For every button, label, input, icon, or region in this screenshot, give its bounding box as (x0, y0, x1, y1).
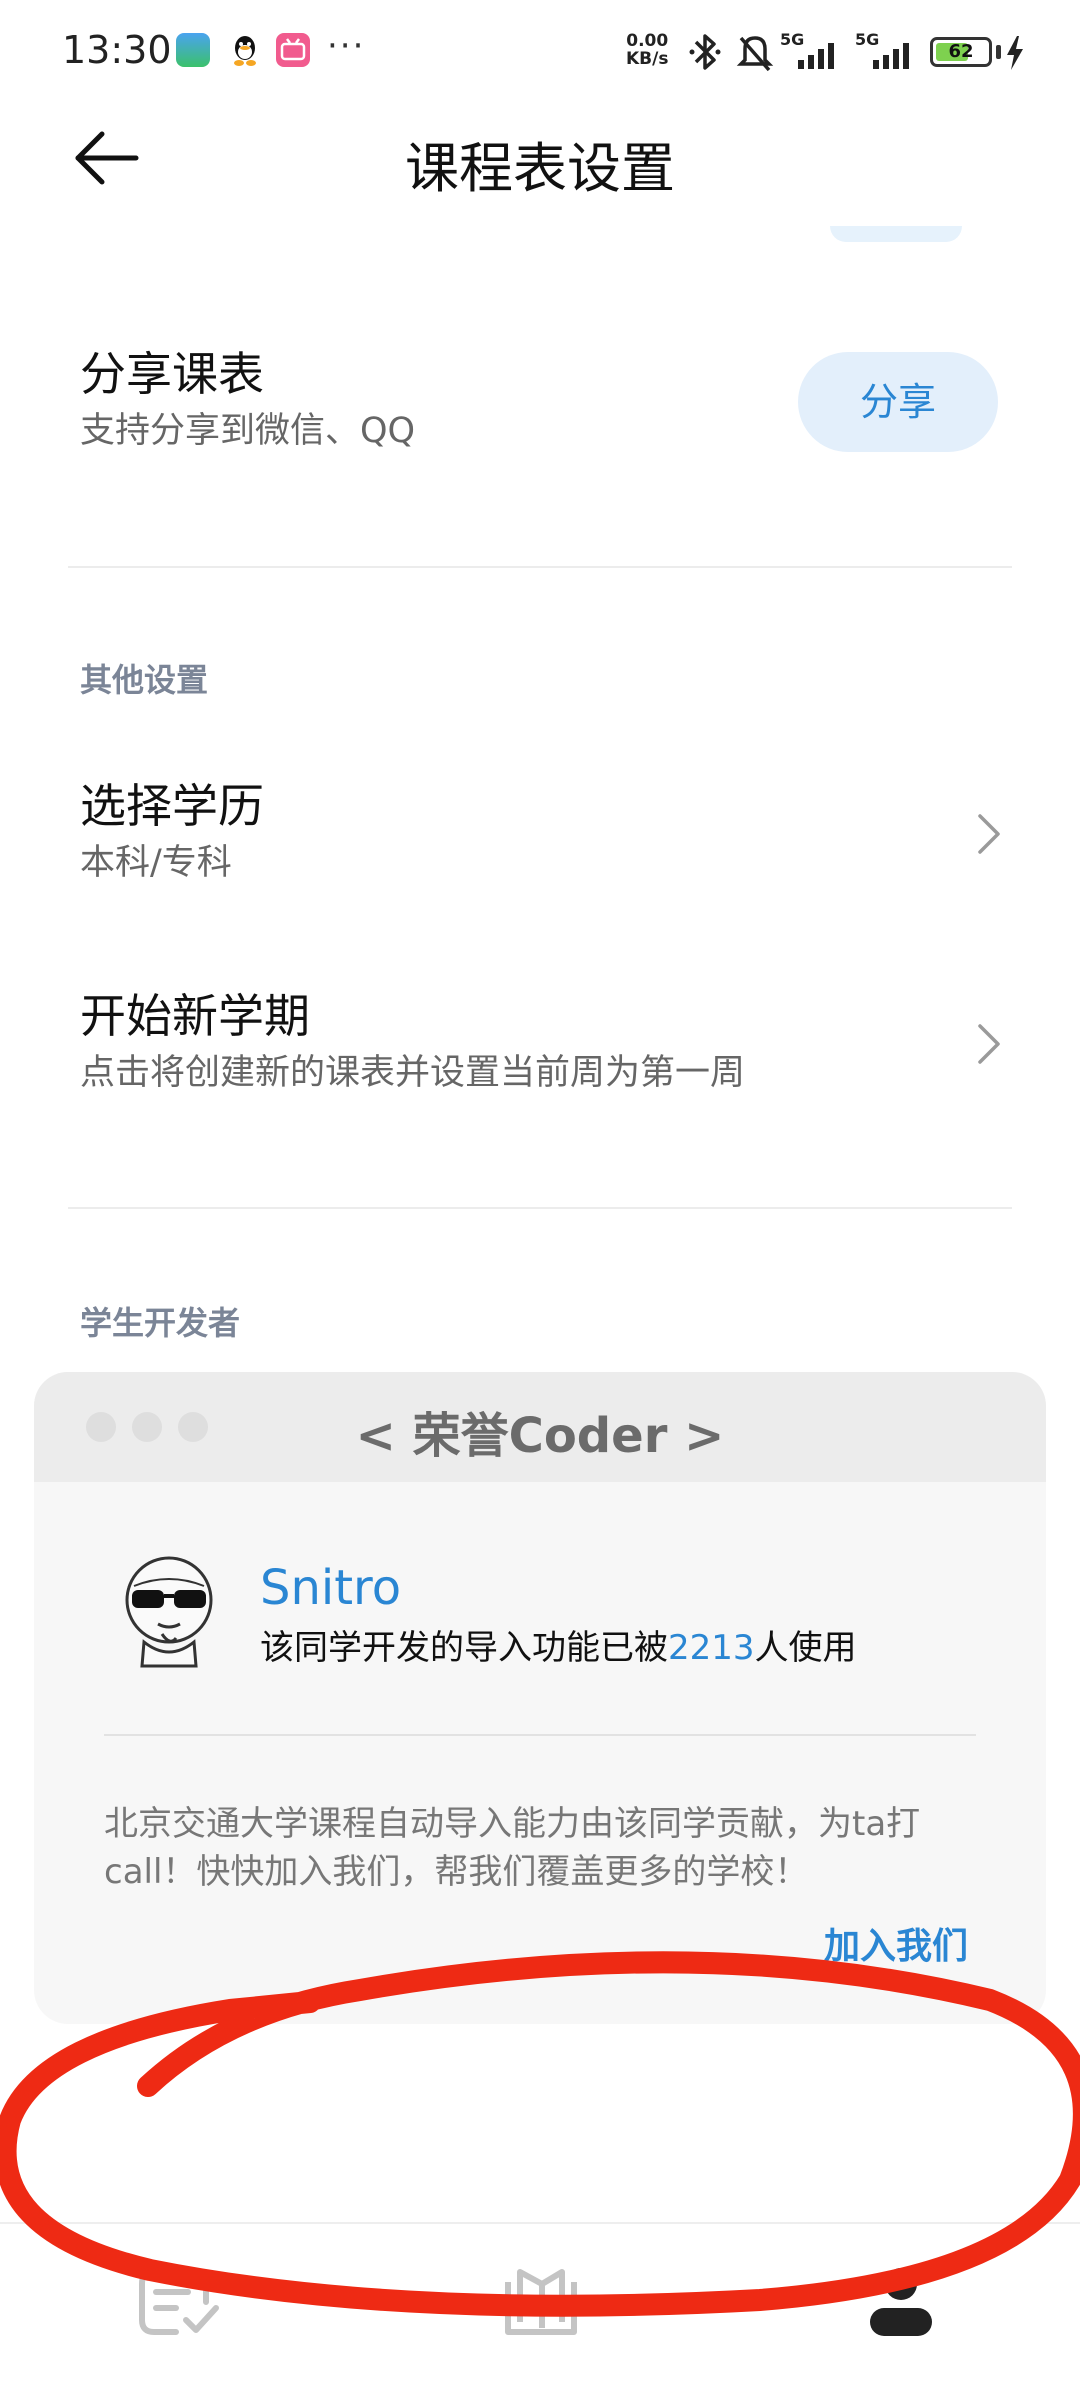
chevron-right-icon (978, 814, 1000, 854)
net-speed-unit: KB/s (626, 49, 669, 69)
usage-suffix: 人使用 (754, 1628, 857, 1668)
developer-usage: 该同学开发的导入功能已被2213人使用 (260, 1620, 857, 1669)
net-speed-value: 0.00 (626, 31, 669, 51)
usage-count: 2213 (668, 1628, 755, 1668)
honor-coder-card: < 荣誉Coder > Snitro 该同学开发的导入功能已被2213人使用 北… (34, 1372, 1046, 2024)
bilibili-icon (276, 33, 310, 67)
battery-level: 62 (948, 41, 974, 62)
previous-row-fragment (80, 222, 500, 236)
new-semester-title: 开始新学期 (80, 989, 310, 1043)
schedule-check-icon[interactable] (136, 2262, 226, 2342)
bluetooth-icon (689, 34, 721, 70)
usage-prefix: 该同学开发的导入功能已被 (260, 1628, 668, 1668)
divider (68, 1207, 1012, 1209)
battery-tip (996, 45, 1001, 59)
bottom-nav-divider (0, 2222, 1080, 2224)
more-notifications-icon: ··· (327, 26, 366, 66)
previous-row-button-fragment[interactable] (830, 226, 962, 242)
profile-icon[interactable] (856, 2262, 946, 2342)
qq-icon (228, 33, 262, 67)
section-label-student-developer: 学生开发者 (80, 1304, 241, 1342)
section-label-other-settings: 其他设置 (80, 661, 209, 699)
developer-name: Snitro (260, 1560, 402, 1616)
developer-avatar (125, 1556, 213, 1668)
select-education-subtitle: 本科/专科 (80, 843, 232, 883)
card-divider (104, 1734, 976, 1736)
status-bar: 13:30 ··· 0.00 KB/s 5G 5G 62 (0, 0, 1080, 105)
signal-icon (798, 43, 834, 69)
battery-icon: 62 (930, 37, 992, 67)
chevron-right-icon (978, 1024, 1000, 1064)
book-icon[interactable] (496, 2262, 586, 2342)
new-semester-row[interactable]: 开始新学期 点击将创建新的课表并设置当前周为第一周 (80, 988, 1010, 1096)
status-time: 13:30 (62, 28, 172, 72)
card-title: < 荣誉Coder > (355, 1408, 725, 1464)
share-button[interactable]: 分享 (798, 352, 998, 452)
net-speed: 0.00 KB/s (626, 32, 668, 68)
select-education-title: 选择学历 (80, 779, 264, 833)
signal-icon (873, 43, 909, 69)
new-semester-subtitle: 点击将创建新的课表并设置当前周为第一周 (80, 1053, 746, 1093)
join-us-link[interactable]: 加入我们 (824, 1917, 968, 1969)
divider (68, 566, 1012, 568)
card-header: < 荣誉Coder > (34, 1372, 1046, 1482)
gallery-icon (176, 33, 210, 67)
card-description: 北京交通大学课程自动导入能力由该同学贡献，为ta打call！快快加入我们，帮我们… (104, 1804, 921, 1892)
page-title: 课程表设置 (405, 137, 675, 200)
select-education-row[interactable]: 选择学历 本科/专科 (80, 778, 1010, 886)
mute-bell-icon (736, 36, 774, 72)
charging-icon (1007, 36, 1023, 70)
